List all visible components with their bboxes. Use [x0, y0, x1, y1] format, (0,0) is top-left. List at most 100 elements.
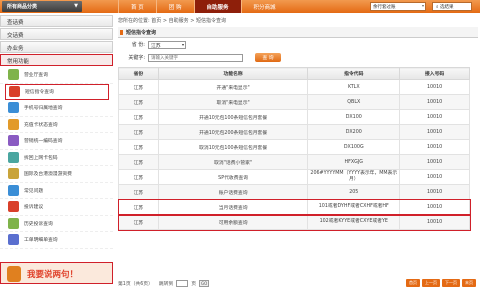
go-button[interactable]: GO	[199, 279, 210, 287]
nav-points-mall[interactable]: 积分商城	[240, 0, 288, 13]
complaint-icon	[8, 201, 19, 213]
table-cell: 开通"来电显示"	[157, 79, 309, 95]
chevron-down-icon: ▾	[181, 41, 184, 47]
table-cell: 10010	[399, 214, 470, 230]
table-row: 江苏 账户话费查询 205 10010	[118, 184, 470, 200]
prev-page-button[interactable]: 上一页	[422, 279, 440, 287]
sidebar-item-complaint-history[interactable]: 历史投诉查询	[0, 216, 113, 232]
table-row: 江苏 取消"话费小管家" HFXGJG 10010	[118, 154, 470, 170]
table-cell: 206#YYYYMM（YYYY表示年，MM表示月）	[307, 169, 401, 185]
history-icon	[8, 217, 19, 229]
top-search-button[interactable]: ⌕ 选结果	[432, 2, 472, 11]
data-card-icon	[8, 151, 19, 163]
pagination: 第1页（共6页） 跳转到 页 GO 首页 上一页 下一页 末页	[118, 277, 476, 289]
sidebar-item-label: 营业厅查询	[24, 73, 48, 79]
table-row: 江苏 开通10元包100条短信包月套餐 DX100 10010	[118, 109, 470, 125]
main-nav: 首 页 团 购 自助服务 积分商城	[118, 0, 288, 13]
table-cell: 江苏	[118, 154, 159, 170]
page-info: 第1页（共6页）	[118, 281, 153, 287]
table-cell: DX100G	[307, 139, 401, 155]
keyword-label: 关键字:	[128, 55, 145, 61]
sidebar-item-roaming[interactable]: 国际及台港澳漫游资费	[0, 166, 113, 183]
sidebar-item-work-order[interactable]: 工单明细单查询	[0, 232, 113, 249]
nav-self-service[interactable]: 自助服务	[193, 0, 241, 13]
sidebar-item-data-card[interactable]: 拆回上网卡包码	[0, 150, 113, 166]
feedback-promo-banner[interactable]: 我要说两句！	[0, 262, 113, 284]
page-unit-label: 页	[191, 281, 197, 287]
table-cell: 10010	[399, 109, 470, 125]
search-icon: ⌕	[436, 5, 439, 10]
search-button[interactable]: 查 询	[255, 53, 281, 62]
microphone-icon	[7, 266, 21, 282]
sidebar-item-label: 营销统一编码查询	[24, 139, 63, 145]
goto-page-input[interactable]	[176, 279, 189, 287]
nav-group-buy[interactable]: 团 购	[155, 0, 194, 13]
sms-command-icon	[9, 86, 20, 98]
sidebar-item-label: 短信指令查询	[25, 90, 54, 96]
phone-icon	[8, 102, 19, 114]
table-cell: 10010	[399, 124, 470, 140]
question-icon	[8, 184, 19, 196]
table-cell: 205	[307, 184, 401, 200]
table-cell: HFXGJG	[307, 154, 401, 170]
table-cell: 当月话费查询	[157, 199, 309, 215]
province-label: 省 份:	[131, 42, 145, 48]
sidebar-item-label: 手机号归属地查询	[24, 106, 63, 112]
table-row: 江苏 取消10元包100条短信包月套餐 DX100G 10010	[118, 139, 470, 155]
sidebar-item-business-hall[interactable]: 营业厅查询	[0, 67, 113, 84]
sms-command-table: 省份 功能名称 指令代码 接入号码 江苏 开通"来电显示" KTLX 10010…	[117, 67, 471, 231]
sidebar-section-pay-fee[interactable]: 交话费	[0, 28, 113, 40]
sidebar-item-faq[interactable]: 常见问题	[0, 183, 113, 199]
feedback-promo-text: 我要说两句！	[27, 270, 79, 280]
sidebar-item-complaint[interactable]: 投诉建议	[0, 199, 113, 216]
first-page-button[interactable]: 首页	[406, 279, 420, 287]
column-header-province: 省份	[118, 67, 159, 80]
table-cell: 10010	[399, 154, 470, 170]
keyword-input[interactable]	[148, 53, 243, 62]
table-cell: 10010	[399, 94, 470, 110]
table-cell: 江苏	[118, 199, 159, 215]
account-select[interactable]: 余行套过账 ▾	[370, 2, 426, 11]
next-page-button[interactable]: 下一页	[442, 279, 460, 287]
table-row: 江苏 开通"来电显示" KTLX 10010	[118, 79, 470, 95]
table-row-highlighted: 江苏 当月话费查询 101或者DYHF或者CXHF或者HF 10010	[117, 198, 471, 216]
breadcrumb: 您所在的位置: 首页 > 自助服务 > 短信指令查询	[118, 18, 227, 24]
sidebar-item-recharge-card[interactable]: 充值卡状态查询	[0, 117, 113, 133]
table-cell: 10010	[399, 199, 470, 215]
sidebar-item-label: 投诉建议	[24, 205, 44, 211]
province-select[interactable]: 江苏 ▾	[148, 40, 186, 49]
sidebar-item-number-location[interactable]: 手机号归属地查询	[0, 100, 113, 117]
nav-home[interactable]: 首 页	[118, 0, 156, 13]
sidebar: 查话费 交话费 办业务 常用功能 营业厅查询 短信指令查询 手机号归属地查询 充…	[0, 15, 113, 300]
sidebar-item-label: 常见问题	[24, 188, 44, 194]
all-categories-label: 所有商品分类	[7, 4, 38, 10]
table-cell: 开通10元包200条短信包月套餐	[157, 124, 309, 140]
table-cell: 江苏	[118, 214, 159, 230]
main-content: 您所在的位置: 首页 > 自助服务 > 短信指令查询 短信指令查询 省 份: 江…	[117, 15, 478, 300]
sidebar-item-sms-command[interactable]: 短信指令查询	[5, 83, 109, 100]
table-cell: KTLX	[307, 79, 401, 95]
table-cell: 江苏	[118, 139, 159, 155]
table-row: 江苏 开通10元包200条短信包月套餐 DX200 10010	[118, 124, 470, 140]
all-categories-button[interactable]: 所有商品分类 ▼	[2, 1, 82, 12]
sidebar-section-check-fee[interactable]: 查话费	[0, 15, 113, 27]
table-cell: 10010	[399, 184, 470, 200]
last-page-button[interactable]: 末页	[462, 279, 476, 287]
table-cell: 江苏	[118, 184, 159, 200]
table-header-row: 省份 功能名称 指令代码 接入号码	[118, 67, 470, 80]
table-cell: DX100	[307, 109, 401, 125]
top-navigation-bar: 所有商品分类 ▼ 首 页 团 购 自助服务 积分商城 余行套过账 ▾ ⌕ 选结果	[0, 0, 480, 13]
card-icon	[8, 118, 19, 130]
table-cell: 可用余额查询	[157, 214, 309, 230]
account-select-label: 余行套过账	[373, 5, 396, 10]
sidebar-item-label: 国际及台港澳漫游资费	[24, 172, 72, 178]
table-cell: 江苏	[118, 124, 159, 140]
top-search-label: 选结果	[439, 5, 454, 10]
code-icon	[8, 135, 19, 147]
sidebar-section-common-functions[interactable]: 常用功能	[0, 54, 113, 66]
sidebar-item-marketing-code[interactable]: 营销统一编码查询	[0, 133, 113, 150]
chevron-down-icon: ▾	[421, 3, 424, 8]
sidebar-function-list: 营业厅查询 短信指令查询 手机号归属地查询 充值卡状态查询 营销统一编码查询 拆…	[0, 67, 113, 249]
column-header-function: 功能名称	[157, 67, 309, 80]
sidebar-section-business[interactable]: 办业务	[0, 41, 113, 53]
